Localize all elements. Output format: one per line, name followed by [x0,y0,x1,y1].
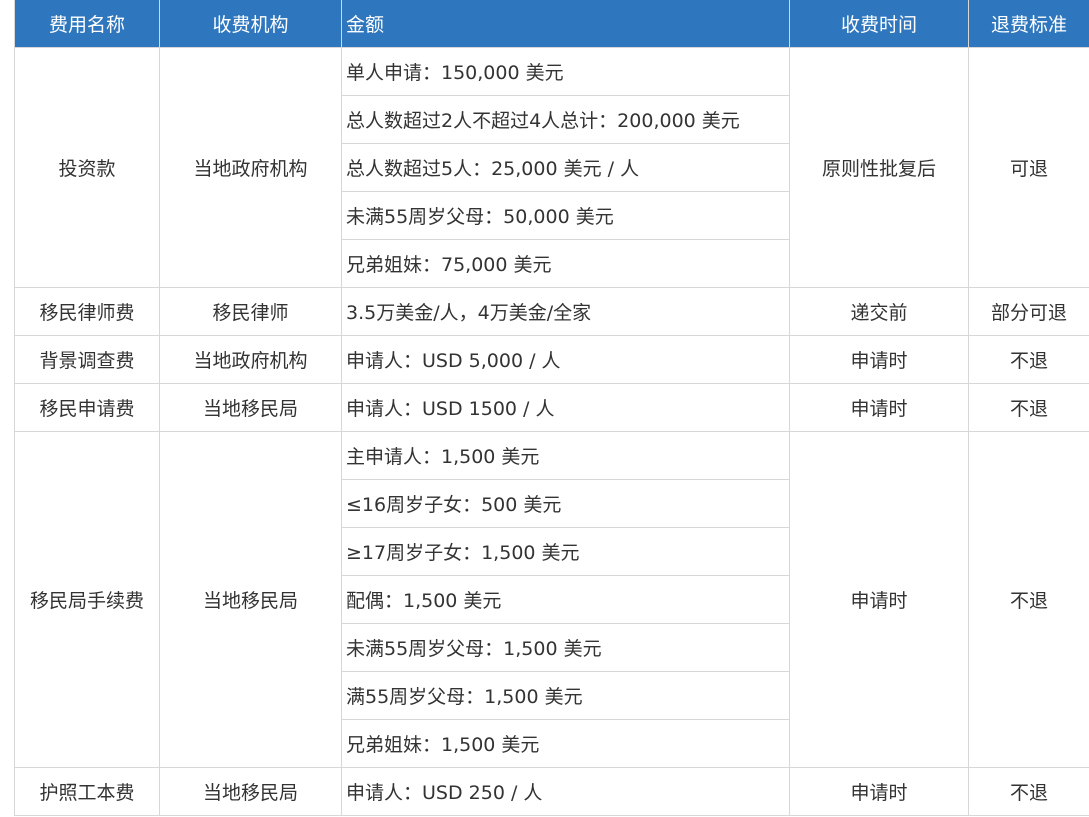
org-cell: 当地移民局 [159,383,342,432]
header-fee-name: 费用名称 [14,0,160,48]
amount-cell: 主申请人：1,500 美元 [341,431,790,480]
amount-cell: 满55周岁父母：1,500 美元 [341,671,790,720]
table-body: 投资款 当地政府机构 单人申请：150,000 美元 原则性批复后 可退 总人数超过2人不… [14,47,1089,816]
table-header-row: 费用名称 收费机构 金额 收费时间 退费标准 [14,0,1089,48]
amount-cell: 申请人：USD 5,000 / 人 [341,335,790,384]
header-time: 收费时间 [789,0,969,48]
time-cell: 递交前 [789,287,969,336]
amount-cell: ≤16周岁子女：500 美元 [341,479,790,528]
org-cell: 当地移民局 [159,767,342,816]
table-row: 护照工本费 当地移民局 申请人：USD 250 / 人申请时 不退 [14,767,1089,816]
refund-cell: 不退 [968,431,1089,768]
amount-cell: 申请人：USD 250 / 人 [341,767,790,816]
amount-cell: 3.5万美金/人，4万美金/全家 [341,287,790,336]
amount-cell: 总人数超过2人不超过4人总计：200,000 美元 [341,95,790,144]
amount-cell: 总人数超过5人：25,000 美元 / 人 [341,143,790,192]
amount-cell: 申请人：USD 1500 / 人 [341,383,790,432]
org-cell: 当地政府机构 [159,335,342,384]
time-cell: 申请时 [789,767,969,816]
refund-cell: 可退 [968,47,1089,288]
fee-name-cell: 投资款 [14,47,160,288]
amount-cell: 单人申请：150,000 美元 [341,47,790,96]
table-row: 移民律师费 移民律师 3.5万美金/人，4万美金/全家 递交前 部分可退 [14,287,1089,336]
org-cell: 当地移民局 [159,431,342,768]
table-row: 背景调查费 当地政府机构 申请人：USD 5,000 / 人申请时 不退 [14,335,1089,384]
fee-name-cell: 移民申请费 [14,383,160,432]
header-amount: 金额 [341,0,790,48]
time-cell: 申请时 [789,335,969,384]
amount-cell: ≥17周岁子女：1,500 美元 [341,527,790,576]
refund-cell: 不退 [968,767,1089,816]
time-cell: 申请时 [789,431,969,768]
fee-table: 费用名称 收费机构 金额 收费时间 退费标准 投资款 当地政府机构 单人申请：150… [14,0,1089,816]
table-row: 投资款 当地政府机构 单人申请：150,000 美元 原则性批复后 可退 [14,47,1089,288]
table-row: 移民局手续费 当地移民局 主申请人：1,500 美元 申请时 不退 [14,431,1089,768]
time-cell: 申请时 [789,383,969,432]
refund-cell: 部分可退 [968,287,1089,336]
header-refund: 退费标准 [968,0,1089,48]
refund-cell: 不退 [968,335,1089,384]
table-row: 移民申请费 当地移民局 申请人：USD 1500 / 人申请时 不退 [14,383,1089,432]
org-cell: 移民律师 [159,287,342,336]
header-org: 收费机构 [159,0,342,48]
amount-cell: 兄弟姐妹：75,000 美元 [341,239,790,288]
amount-cell: 未满55周岁父母：1,500 美元 [341,623,790,672]
time-cell: 原则性批复后 [789,47,969,288]
fee-name-cell: 护照工本费 [14,767,160,816]
amount-cell: 配偶：1,500 美元 [341,575,790,624]
fee-name-cell: 移民律师费 [14,287,160,336]
fee-name-cell: 移民局手续费 [14,431,160,768]
amount-cell: 兄弟姐妹：1,500 美元 [341,719,790,768]
org-cell: 当地政府机构 [159,47,342,288]
refund-cell: 不退 [968,383,1089,432]
amount-cell: 未满55周岁父母：50,000 美元 [341,191,790,240]
fee-name-cell: 背景调查费 [14,335,160,384]
